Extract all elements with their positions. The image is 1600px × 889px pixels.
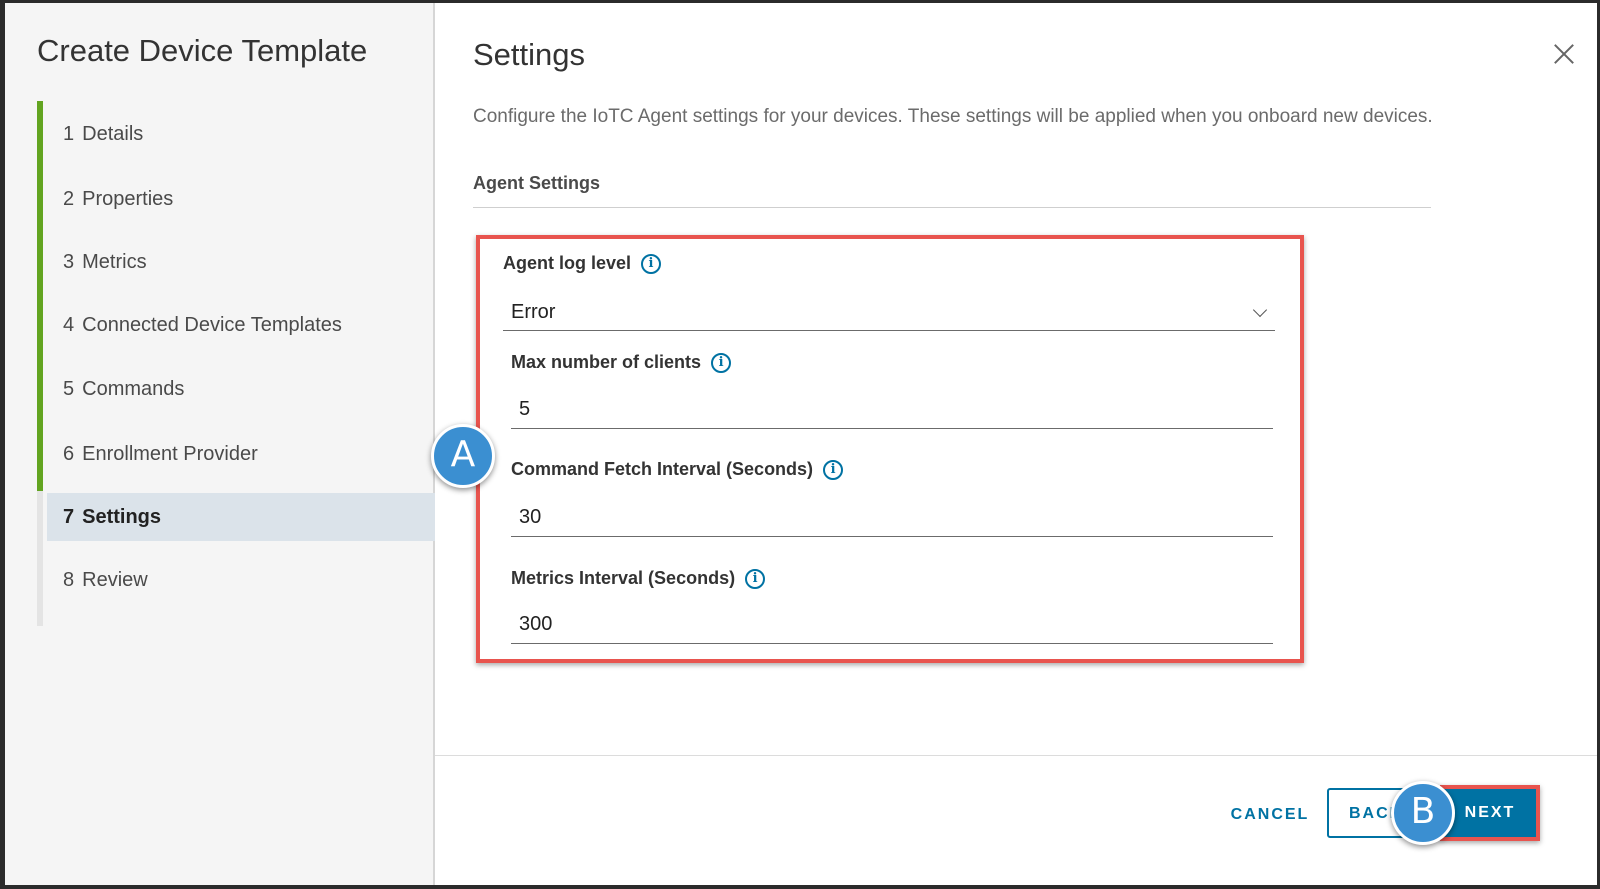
max-clients-label: Max number of clients i <box>511 352 732 373</box>
step-number: 4 <box>63 314 75 336</box>
step-rail-completed <box>37 101 43 491</box>
step-settings[interactable]: 7 Settings <box>47 493 435 541</box>
step-label: Connected Device Templates <box>82 314 342 336</box>
chevron-down-icon <box>1252 302 1268 318</box>
step-number: 1 <box>63 123 75 145</box>
step-label: Settings <box>82 506 162 528</box>
step-details[interactable]: 1 Details <box>47 110 435 158</box>
info-icon[interactable]: i <box>641 253 662 274</box>
metrics-interval-label: Metrics Interval (Seconds) i <box>511 568 766 589</box>
create-device-template-modal: Create Device Template 1 Details 2 Propert… <box>5 3 1597 885</box>
step-connected-device-templates[interactable]: 4 Connected Device Templates <box>47 301 435 349</box>
step-enrollment-provider[interactable]: 6 Enrollment Provider <box>47 430 435 478</box>
step-label: Properties <box>82 188 174 210</box>
info-icon[interactable]: i <box>711 352 732 373</box>
select-value: Error <box>511 301 556 323</box>
next-button[interactable]: NEXT <box>1440 785 1540 841</box>
field-label-text: Metrics Interval (Seconds) <box>511 568 736 588</box>
step-number: 6 <box>63 443 75 465</box>
step-label: Enrollment Provider <box>82 443 258 465</box>
close-icon[interactable] <box>1551 41 1577 67</box>
command-fetch-interval-input[interactable] <box>511 499 1273 537</box>
step-review[interactable]: 8 Review <box>47 556 435 604</box>
step-metrics[interactable]: 3 Metrics <box>47 238 435 286</box>
page-title: Settings <box>473 37 586 72</box>
field-label-text: Max number of clients <box>511 352 702 372</box>
agent-log-level-select[interactable]: Error <box>503 293 1275 331</box>
annotation-badge-b: B <box>1391 781 1455 845</box>
cancel-button[interactable]: CANCEL <box>1205 793 1335 837</box>
agent-log-level-label: Agent log level i <box>503 253 662 274</box>
info-icon[interactable]: i <box>745 568 766 589</box>
page-description: Configure the IoTC Agent settings for yo… <box>473 106 1433 127</box>
step-number: 5 <box>63 378 75 400</box>
info-icon[interactable]: i <box>823 459 844 480</box>
step-label: Review <box>82 569 148 591</box>
annotation-badge-a: A <box>431 424 495 488</box>
command-fetch-interval-label: Command Fetch Interval (Seconds) i <box>511 459 844 480</box>
settings-panel: Settings Configure the IoTC Agent settin… <box>431 3 1597 885</box>
step-number: 3 <box>63 251 75 273</box>
step-number: 2 <box>63 188 75 210</box>
step-number: 7 <box>63 506 75 528</box>
field-label-text: Command Fetch Interval (Seconds) <box>511 459 814 479</box>
step-properties[interactable]: 2 Properties <box>47 175 435 223</box>
step-label: Metrics <box>82 251 147 273</box>
agent-settings-header: Agent Settings <box>473 173 1431 208</box>
footer-divider <box>435 755 1597 756</box>
wizard-sidebar: Create Device Template 1 Details 2 Propert… <box>5 3 435 885</box>
wizard-title: Create Device Template <box>37 33 368 68</box>
step-number: 8 <box>63 569 75 591</box>
step-commands[interactable]: 5 Commands <box>47 365 435 413</box>
metrics-interval-input[interactable] <box>511 606 1273 644</box>
field-label-text: Agent log level <box>503 253 632 273</box>
max-clients-input[interactable] <box>511 391 1273 429</box>
step-label: Details <box>82 123 144 145</box>
step-label: Commands <box>82 378 185 400</box>
